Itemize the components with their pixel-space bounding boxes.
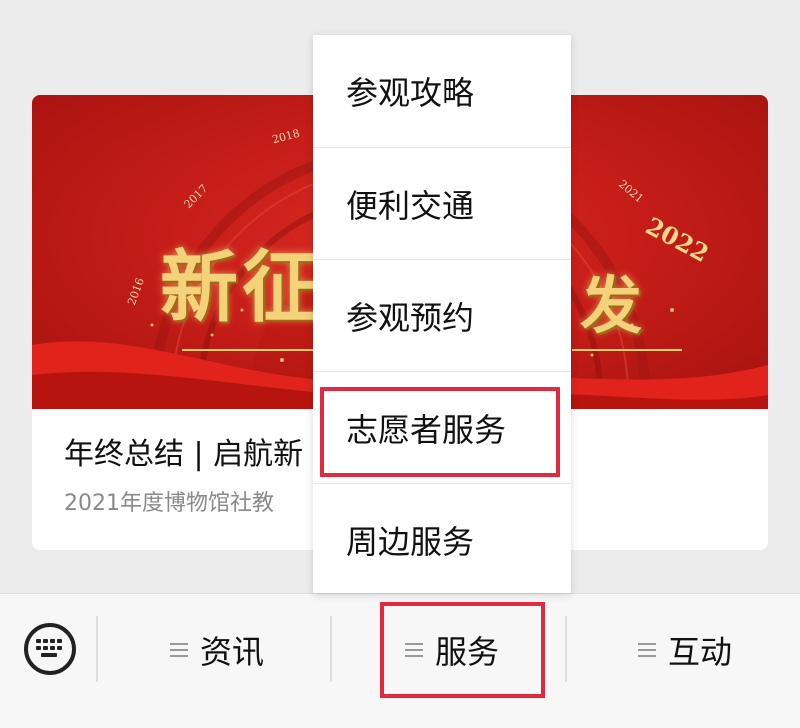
submenu-item-reservation[interactable]: 参观预约: [313, 260, 571, 372]
submenu-item-nearby[interactable]: 周边服务: [313, 484, 571, 596]
menubar-divider: [96, 616, 98, 682]
menu-lines-icon: [638, 643, 656, 657]
menubar-divider: [565, 616, 567, 682]
menu-tab-interaction[interactable]: 互动: [638, 630, 733, 671]
highlight-box-services-tab: [380, 602, 545, 698]
menu-tab-news[interactable]: 资讯: [170, 630, 265, 671]
article-subtitle: 2021年度博物馆社教: [64, 491, 274, 516]
article-title: 年终总结 | 启航新: [64, 437, 304, 472]
submenu-item-label: 便利交通: [346, 187, 475, 225]
menubar-divider: [330, 616, 332, 682]
highlight-box-volunteer: [320, 387, 560, 477]
submenu-item-transport[interactable]: 便利交通: [313, 148, 571, 260]
menu-tab-interaction-label: 互动: [668, 633, 733, 671]
menu-tab-news-label: 资讯: [200, 633, 265, 671]
keyboard-toggle-button[interactable]: [24, 623, 76, 675]
keyboard-icon: [36, 639, 62, 657]
submenu-item-label: 参观预约: [346, 299, 475, 337]
menu-lines-icon: [170, 643, 188, 657]
submenu-item-label: 周边服务: [346, 523, 475, 561]
banner-headline-right: 发: [580, 269, 643, 342]
banner-headline-left: 新征: [160, 242, 325, 333]
submenu-item-label: 参观攻略: [346, 74, 475, 112]
services-submenu: 参观攻略 便利交通 参观预约 志愿者服务 周边服务: [313, 35, 571, 593]
submenu-item-visit-guide[interactable]: 参观攻略: [313, 35, 571, 147]
